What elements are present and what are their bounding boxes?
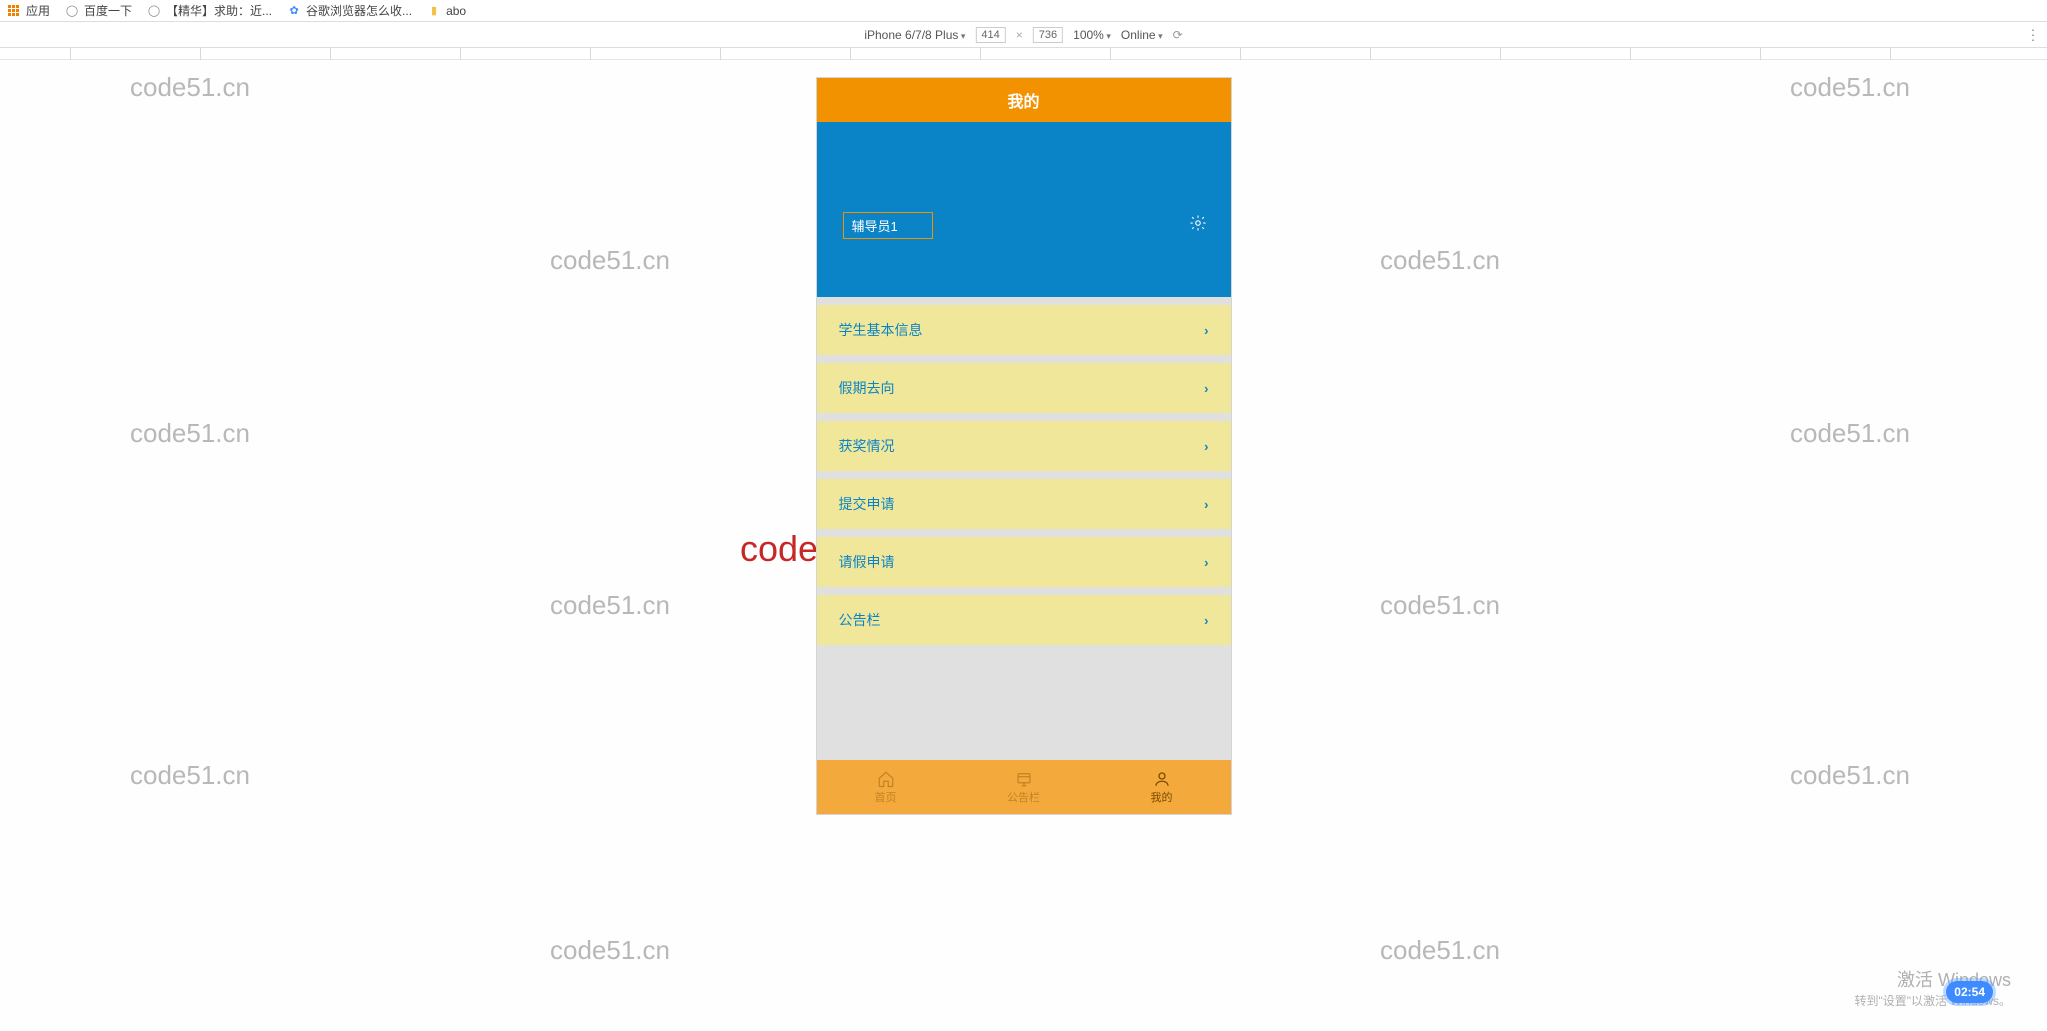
bookmark-forum[interactable]: ◯ 【精华】求助：近... (146, 2, 272, 19)
bookmark-folder-abo[interactable]: ▮ abo (426, 3, 466, 19)
tab-mine[interactable]: 我的 (1093, 760, 1231, 814)
screen-recorder-badge[interactable]: 02:54 (1946, 981, 1993, 1003)
menu-item-student-info[interactable]: 学生基本信息 › (817, 305, 1231, 355)
profile-name-box[interactable]: 辅导员1 (843, 212, 933, 239)
bookmark-apps-label: 应用 (26, 2, 50, 19)
folder-icon: ▮ (426, 3, 442, 19)
chevron-right-icon: › (1204, 497, 1208, 512)
chevron-right-icon: › (1204, 323, 1208, 338)
chevron-right-icon: › (1204, 381, 1208, 396)
app-title: 我的 (1007, 88, 1039, 112)
profile-panel: 辅导员1 (817, 122, 1231, 297)
tab-board-label: 公告栏 (1007, 789, 1040, 805)
menu-list: 学生基本信息 › 假期去向 › 获奖情况 › 提交申请 › 请假申请 › 公告栏… (817, 297, 1231, 653)
watermark: code51.cn (130, 760, 250, 791)
devtools-ruler (0, 48, 2047, 60)
devtools-device-toolbar: iPhone 6/7/8 Plus 414 × 736 100% Online … (0, 22, 2047, 48)
watermark: code51.cn (550, 245, 670, 276)
app-header: 我的 (817, 78, 1231, 122)
watermark: code51.cn (130, 418, 250, 449)
menu-item-awards[interactable]: 获奖情况 › (817, 421, 1231, 471)
watermark: code51.cn (1790, 760, 1910, 791)
menu-item-leave[interactable]: 请假申请 › (817, 537, 1231, 587)
dimension-separator: × (1016, 28, 1023, 42)
watermark: code51.cn (1380, 590, 1500, 621)
globe-icon: ◯ (146, 3, 162, 19)
menu-item-label: 公告栏 (839, 610, 881, 630)
device-width-input[interactable]: 414 (975, 27, 1005, 43)
menu-item-label: 假期去向 (839, 378, 895, 398)
chevron-right-icon: › (1204, 613, 1208, 628)
bookmark-baidu-label: 百度一下 (84, 2, 132, 19)
bookmark-chrome-help[interactable]: ✿ 谷歌浏览器怎么收... (286, 2, 412, 19)
chevron-right-icon: › (1204, 555, 1208, 570)
bookmark-baidu[interactable]: ◯ 百度一下 (64, 2, 132, 19)
apps-grid-icon (8, 5, 20, 17)
device-selector[interactable]: iPhone 6/7/8 Plus (864, 28, 965, 42)
watermark: code51.cn (550, 935, 670, 966)
gear-icon (1189, 214, 1207, 232)
page-canvas: code51.cn code51.cn code51.cn code51.cn … (0, 60, 2047, 1031)
devtools-more-button[interactable]: ⋮ (2026, 26, 2041, 43)
menu-item-holiday[interactable]: 假期去向 › (817, 363, 1231, 413)
bookmark-forum-label: 【精华】求助：近... (166, 2, 272, 19)
device-height-input[interactable]: 736 (1033, 27, 1063, 43)
chevron-right-icon: › (1204, 439, 1208, 454)
rotate-icon[interactable]: ⟳ (1173, 28, 1183, 42)
watermark: code51.cn (1790, 72, 1910, 103)
person-icon (1153, 770, 1171, 788)
menu-item-label: 请假申请 (839, 552, 895, 572)
zoom-selector[interactable]: 100% (1073, 28, 1111, 42)
globe-icon: ◯ (64, 3, 80, 19)
menu-item-label: 获奖情况 (839, 436, 895, 456)
watermark: code51.cn (130, 72, 250, 103)
settings-button[interactable] (1189, 214, 1207, 232)
network-selector[interactable]: Online (1121, 28, 1163, 42)
home-icon (877, 770, 895, 788)
paw-icon: ✿ (286, 3, 302, 19)
device-frame: 我的 辅导员1 学生基本信息 › 假期去向 › 获奖情况 › (817, 78, 1231, 814)
menu-item-label: 学生基本信息 (839, 320, 923, 340)
watermark: code51.cn (1790, 418, 1910, 449)
menu-item-board[interactable]: 公告栏 › (817, 595, 1231, 645)
watermark: code51.cn (1380, 245, 1500, 276)
menu-item-submit[interactable]: 提交申请 › (817, 479, 1231, 529)
bookmarks-bar: 应用 ◯ 百度一下 ◯ 【精华】求助：近... ✿ 谷歌浏览器怎么收... ▮ … (0, 0, 2047, 22)
bookmark-chrome-help-label: 谷歌浏览器怎么收... (306, 2, 412, 19)
bookmark-folder-label: abo (446, 4, 466, 18)
watermark: code51.cn (550, 590, 670, 621)
profile-name-text: 辅导员1 (852, 219, 898, 234)
watermark: code51.cn (1380, 935, 1500, 966)
tab-home[interactable]: 首页 (817, 760, 955, 814)
tab-mine-label: 我的 (1151, 789, 1173, 805)
tab-bar: 首页 公告栏 我的 (817, 760, 1231, 814)
board-icon (1015, 770, 1033, 788)
tab-board[interactable]: 公告栏 (955, 760, 1093, 814)
filler (817, 653, 1231, 760)
tab-home-label: 首页 (875, 789, 897, 805)
menu-item-label: 提交申请 (839, 494, 895, 514)
recorder-time: 02:54 (1954, 985, 1985, 999)
bookmark-apps[interactable]: 应用 (6, 2, 50, 19)
